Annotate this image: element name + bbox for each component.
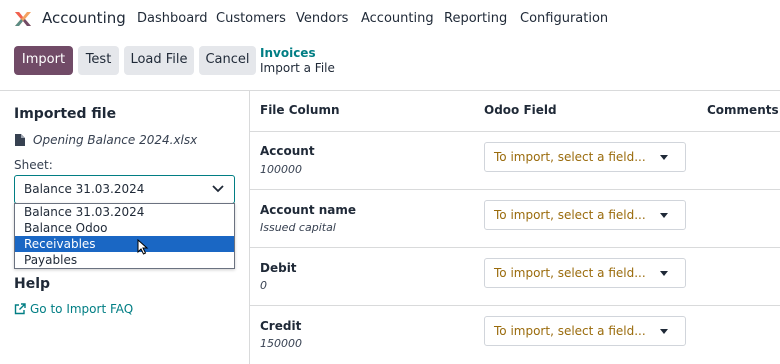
row-divider [250, 305, 780, 306]
import-button[interactable]: Import [14, 46, 73, 75]
odoo-field-placeholder: To import, select a field... [494, 150, 646, 164]
imported-file-name: Opening Balance 2024.xlsx [33, 133, 198, 147]
chevron-down-icon [212, 185, 224, 193]
file-icon [15, 134, 25, 146]
test-button[interactable]: Test [78, 46, 119, 75]
sheet-option-balance-odoo[interactable]: Balance Odoo [15, 220, 234, 236]
header-file-column: File Column [260, 103, 340, 117]
file-column-sample: Issued capital [260, 221, 336, 234]
help-title: Help [14, 276, 51, 292]
odoo-field-placeholder: To import, select a field... [494, 208, 646, 222]
odoo-field-select[interactable]: To import, select a field... [484, 258, 686, 288]
file-column-name: Debit [260, 261, 297, 275]
accounting-app-logo-icon[interactable] [13, 9, 33, 29]
odoo-field-placeholder: To import, select a field... [494, 266, 646, 280]
file-column-sample: 0 [260, 279, 267, 292]
file-column-name: Account name [260, 203, 357, 217]
file-column-sample: 150000 [260, 337, 302, 350]
sheet-label: Sheet: [14, 158, 53, 172]
odoo-field-select[interactable]: To import, select a field... [484, 316, 686, 346]
menu-dashboard[interactable]: Dashboard [137, 11, 208, 26]
breadcrumb-current: Import a File [260, 61, 335, 75]
sheet-select-value: Balance 31.03.2024 [24, 182, 145, 196]
sheet-option-payables[interactable]: Payables [15, 252, 234, 268]
imported-file-title: Imported file [14, 106, 117, 122]
row-divider [250, 247, 780, 248]
load-file-button[interactable]: Load File [124, 46, 194, 75]
row-divider [250, 189, 780, 190]
app-name[interactable]: Accounting [42, 9, 126, 27]
caret-down-icon [660, 271, 668, 276]
sheet-option-balance-31-03-2024[interactable]: Balance 31.03.2024 [15, 204, 234, 220]
caret-down-icon [660, 213, 668, 218]
odoo-field-select[interactable]: To import, select a field... [484, 200, 686, 230]
menu-reporting[interactable]: Reporting [444, 11, 507, 26]
sheet-option-receivables[interactable]: Receivables [15, 236, 234, 252]
breadcrumb-parent-link[interactable]: Invoices [260, 46, 316, 60]
header-odoo-field: Odoo Field [484, 103, 557, 117]
row-divider [250, 131, 780, 132]
caret-down-icon [660, 155, 668, 160]
sheet-dropdown-list: Balance 31.03.2024 Balance Odoo Receivab… [14, 203, 235, 269]
caret-down-icon [660, 329, 668, 334]
odoo-field-placeholder: To import, select a field... [494, 324, 646, 338]
file-column-name: Credit [260, 319, 302, 333]
cancel-button[interactable]: Cancel [199, 46, 256, 75]
mouse-cursor-icon [137, 239, 149, 255]
menu-customers[interactable]: Customers [216, 11, 286, 26]
import-faq-link[interactable]: Go to Import FAQ [30, 302, 133, 316]
sheet-select[interactable]: Balance 31.03.2024 [14, 175, 235, 204]
file-column-name: Account [260, 144, 315, 158]
file-column-sample: 100000 [260, 163, 302, 176]
header-comments: Comments [707, 103, 779, 117]
external-link-icon [14, 303, 26, 315]
header-divider [0, 90, 780, 91]
top-navbar: Accounting Dashboard Customers Vendors A… [0, 0, 780, 38]
menu-vendors[interactable]: Vendors [296, 11, 348, 26]
menu-configuration[interactable]: Configuration [520, 11, 608, 26]
menu-accounting[interactable]: Accounting [361, 11, 434, 26]
odoo-field-select[interactable]: To import, select a field... [484, 142, 686, 172]
